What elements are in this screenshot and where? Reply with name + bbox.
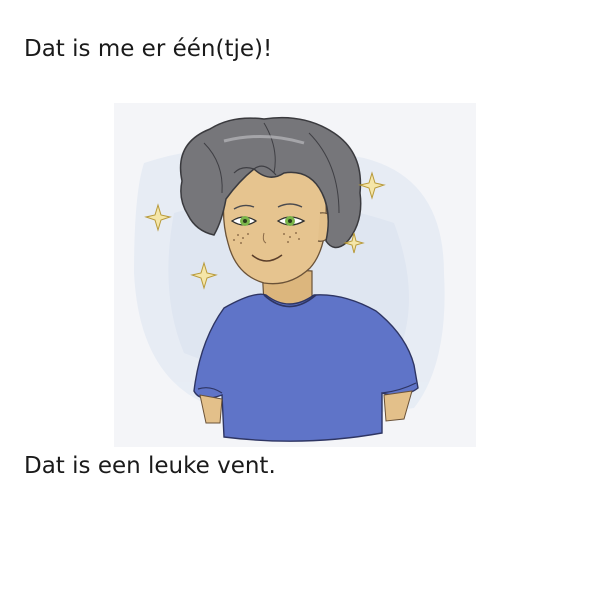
- boy-drawing: [134, 116, 445, 442]
- heading-text: Dat is me er één(tje)!: [24, 36, 273, 62]
- left-arm: [199, 394, 223, 424]
- page: Dat is me er één(tje)! Dat is een leuke …: [0, 0, 591, 591]
- illustration-image: [114, 103, 476, 447]
- right-arm: [383, 390, 413, 422]
- caption-text: Dat is een leuke vent.: [24, 453, 276, 479]
